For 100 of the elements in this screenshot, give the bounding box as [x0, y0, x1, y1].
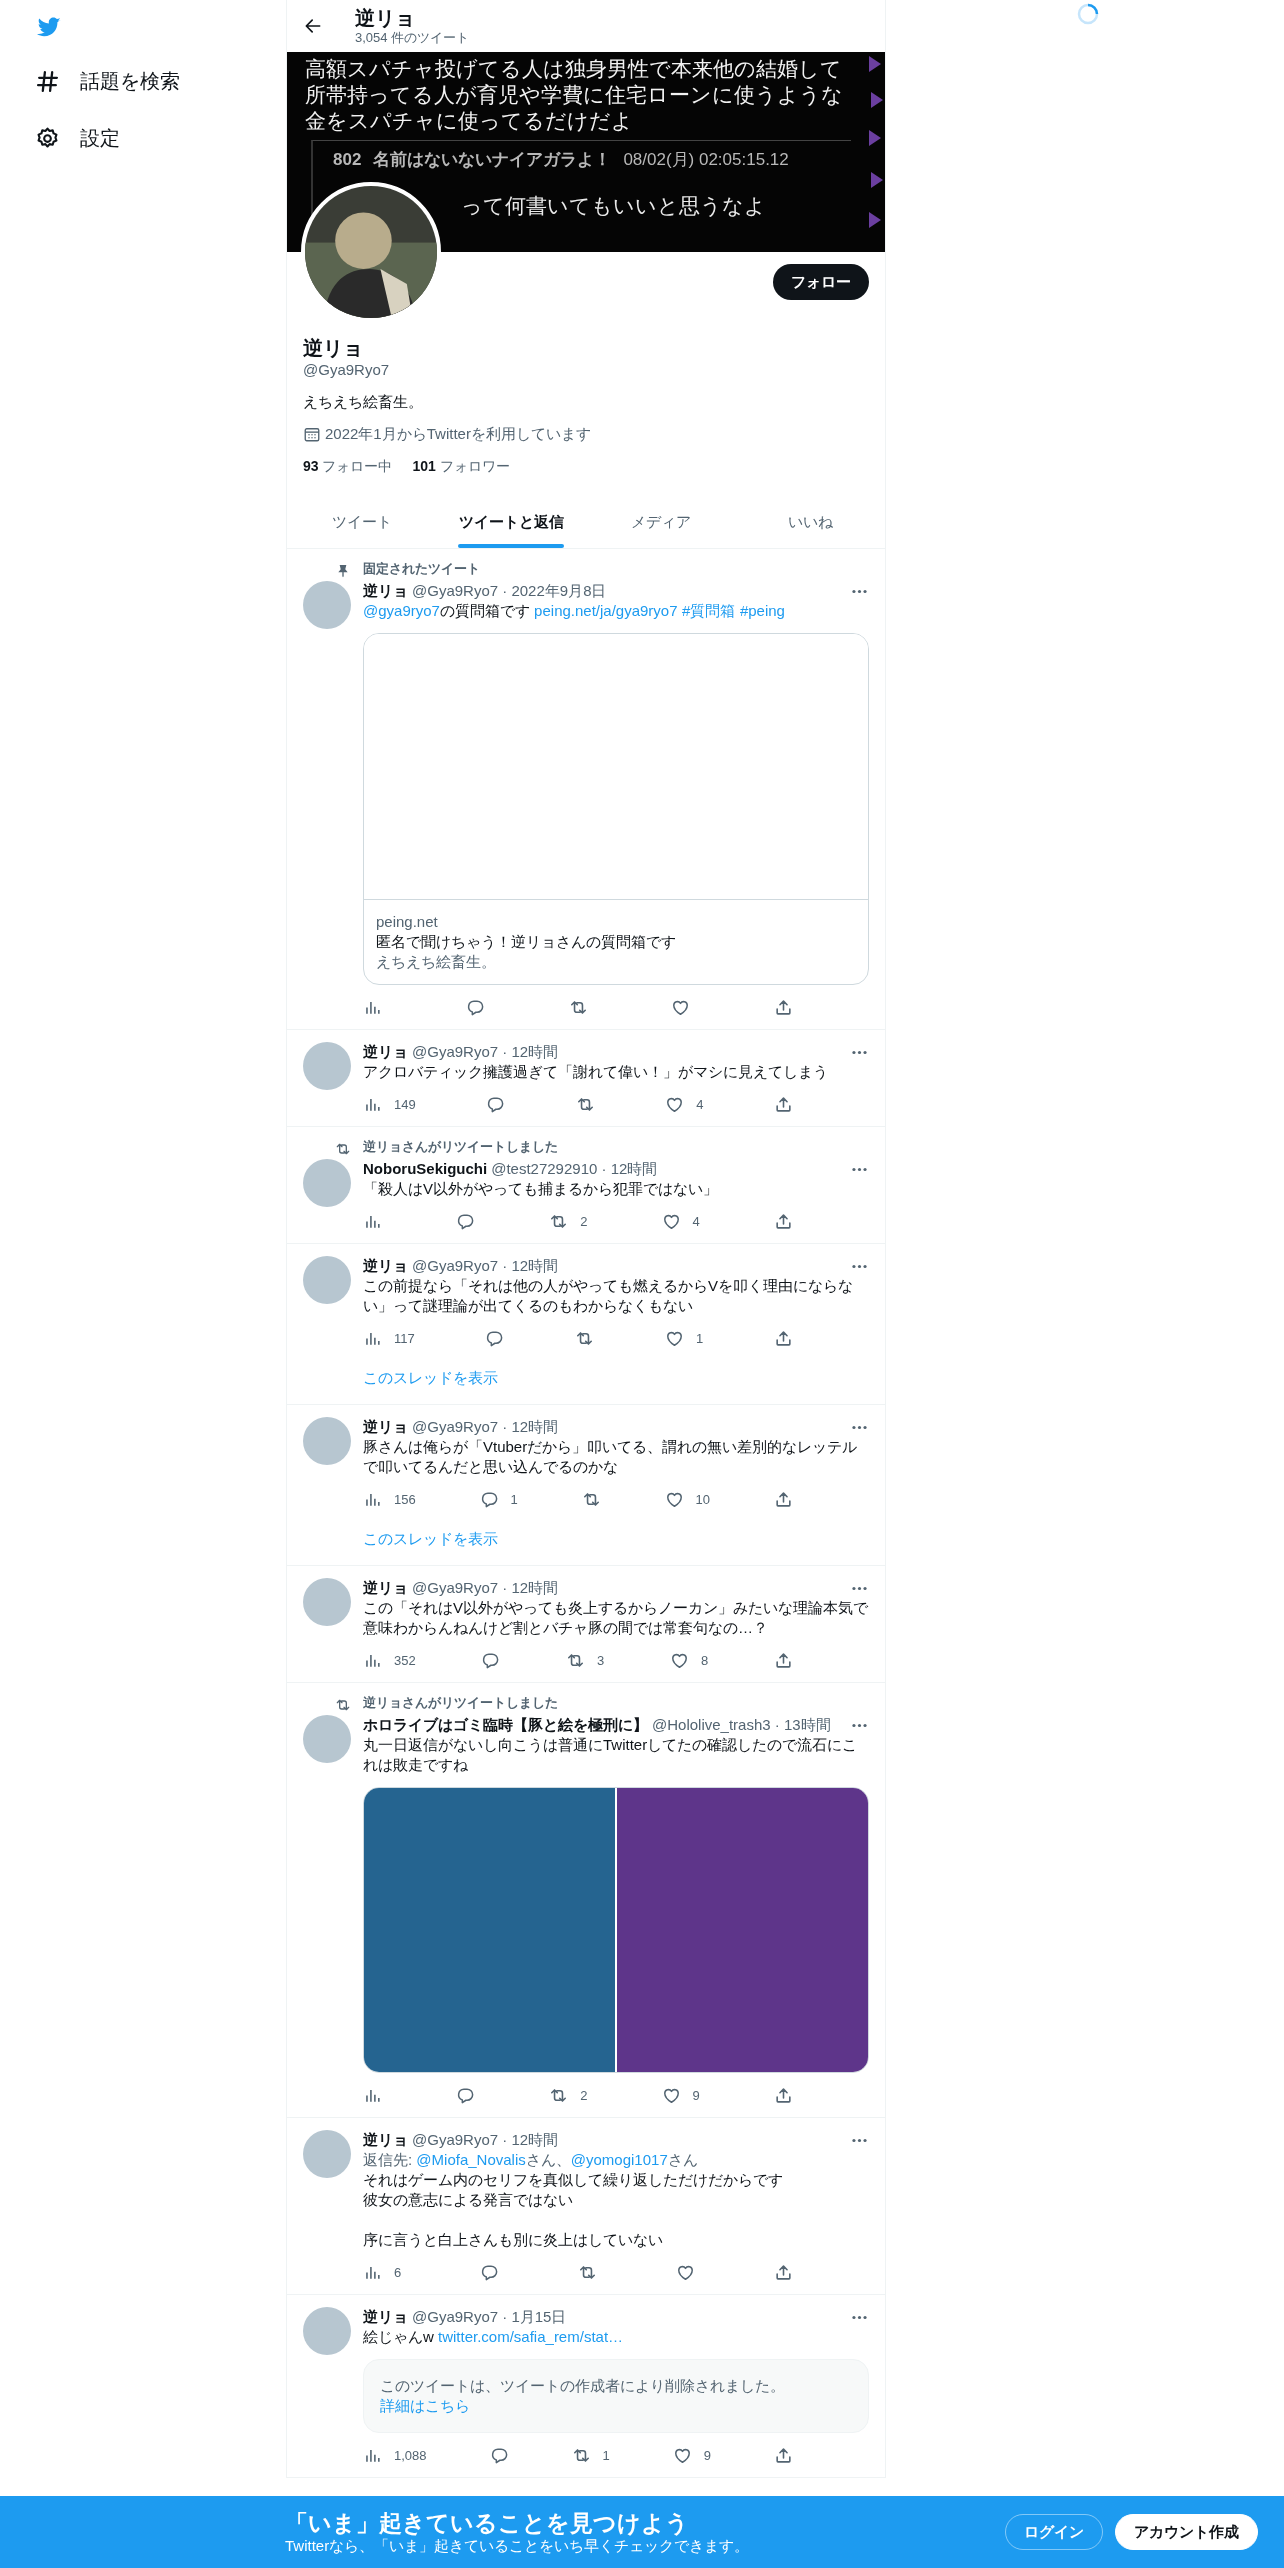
- author-meta: @Gya9Ryo7 · 12時間: [412, 1256, 560, 1276]
- share-icon[interactable]: [773, 2085, 793, 2105]
- tweet-text: 丸一日返信がないし向こうは普通にTwitterしてたの確認したので流石にこれは敗走ですね: [363, 1735, 859, 1775]
- like-count: 10: [695, 1491, 711, 1507]
- reply-icon[interactable]: [465, 997, 485, 1017]
- reply-icon[interactable]: [486, 1094, 506, 1114]
- tweet-text: @gya9ryo7の質問箱です peing.net/ja/gya9ryo7 #質問箱 #peing: [363, 601, 786, 621]
- profile-bio: えちえち絵畜生。: [303, 392, 424, 412]
- reply-icon[interactable]: [480, 2262, 500, 2282]
- retweet-count: 2: [580, 2087, 588, 2103]
- link-card[interactable]: peing.net 匿名で聞けちゃう！逆リョさんの質問箱です えちえち絵畜生。: [363, 633, 869, 985]
- like-count: 4: [696, 1096, 704, 1112]
- like-count: 9: [692, 2087, 700, 2103]
- back-arrow-icon[interactable]: [303, 16, 323, 36]
- reply-count: 1: [510, 1491, 518, 1507]
- reply-icon[interactable]: [489, 2445, 509, 2465]
- tweet-context: 固定されたツイート: [363, 561, 481, 577]
- share-icon[interactable]: [774, 2262, 793, 2282]
- profile-handle: @Gya9Ryo7: [303, 360, 391, 380]
- nav-item[interactable]: 話題を検索: [35, 53, 286, 110]
- tab[interactable]: メディア: [586, 496, 736, 548]
- tweet-text-line: 彼女の意志による発言ではない: [363, 2190, 574, 2210]
- post-timestamp: 08/02(月) 02:05:15.12: [623, 149, 789, 171]
- reply-icon[interactable]: [479, 1489, 499, 1509]
- deleted-tweet-notice: このツイートは、ツイートの作成者により削除されました。 詳細はこちら: [363, 2359, 869, 2433]
- author-meta: @Gya9Ryo7 · 12時間: [412, 1042, 560, 1062]
- tweet-context: 逆リョさんがリツイートしました: [363, 1139, 559, 1155]
- share-icon[interactable]: [773, 2445, 793, 2465]
- tab[interactable]: ツイート: [287, 496, 437, 548]
- share-icon[interactable]: [773, 1489, 793, 1509]
- signup-subtitle: Twitterなら、「いま」起きていることをいち早くチェックできます。: [285, 2537, 751, 2555]
- author-name[interactable]: ホロライブはゴミ臨時【豚と絵を極刑に】: [363, 1715, 648, 1735]
- retweet-count: 3: [597, 1652, 605, 1668]
- calendar-icon: [303, 425, 321, 443]
- follow-stat[interactable]: 93 フォロー中: [303, 456, 393, 476]
- card-description: えちえち絵畜生。: [376, 952, 497, 972]
- tweet-text: 「殺人はV以外がやっても捕まるから犯罪ではない」: [363, 1179, 719, 1199]
- retweet-count: 1: [602, 2447, 610, 2463]
- tweet-text-line: それはゲーム内のセリフを真似して繰り返しただけだからです: [363, 2170, 784, 2190]
- author-meta: @Hololive_trash3 · 13時間: [652, 1715, 832, 1735]
- like-count: 1: [696, 1330, 704, 1346]
- tweet-text: アクロバティック擁護過ぎて「謝れて偉い！」がマシに見えてしまう: [363, 1062, 829, 1082]
- tweet-text: この「それはV以外がやっても炎上するからノーカン」みたいな理論本気で意味わからんねんけど割とバチャ豚の間では常套句なの…？: [363, 1598, 869, 1638]
- views-count: 117: [394, 1330, 415, 1346]
- author-meta: @Gya9Ryo7 · 2022年9月8日: [412, 581, 608, 601]
- card-domain: peing.net: [376, 912, 439, 932]
- page-title: 逆リョ: [355, 6, 416, 30]
- retweet-icon: [335, 1697, 351, 1713]
- reply-to-line: 返信先: @Miofa_Novalisさん、@yomogi1017さん: [363, 2150, 699, 2170]
- retweet-count: 2: [580, 1213, 588, 1229]
- share-icon[interactable]: [774, 1650, 793, 1670]
- tweet-text-line: 序に言うと白上さんも別に炎上はしていない: [363, 2230, 664, 2250]
- nav-item[interactable]: 設定: [35, 110, 286, 167]
- author-name[interactable]: 逆リョ: [363, 2130, 408, 2150]
- tweet-context: 逆リョさんがリツイートしました: [363, 1695, 559, 1711]
- signup-button[interactable]: アカウント作成: [1115, 2514, 1258, 2550]
- reply-icon[interactable]: [456, 2085, 476, 2105]
- card-title: 匿名で聞けちゃう！逆リョさんの質問箱です: [376, 932, 677, 952]
- author-meta: @Gya9Ryo7 · 12時間: [412, 2130, 560, 2150]
- follow-button[interactable]: フォロー: [773, 264, 869, 300]
- views-count: 1,088: [394, 2447, 427, 2463]
- reply-icon[interactable]: [485, 1328, 505, 1348]
- like-count: 9: [703, 2447, 711, 2463]
- author-meta: @Gya9Ryo7 · 12時間: [412, 1417, 560, 1437]
- share-icon[interactable]: [773, 1328, 793, 1348]
- share-icon[interactable]: [774, 1094, 793, 1114]
- bird-logo-icon[interactable]: [35, 15, 63, 39]
- poster-name: 名前はないないナイアガラよ！: [373, 149, 612, 171]
- author-meta: @Gya9Ryo7 · 12時間: [412, 1578, 560, 1598]
- author-name[interactable]: 逆リョ: [363, 1256, 408, 1276]
- join-date: 2022年1月からTwitterを利用しています: [325, 424, 591, 444]
- author-name[interactable]: NoboruSekiguchi: [363, 1159, 488, 1179]
- tab[interactable]: ツイートと返信: [436, 496, 586, 548]
- author-meta: @Gya9Ryo7 · 1月15日: [412, 2307, 568, 2327]
- author-name[interactable]: 逆リョ: [363, 2307, 408, 2327]
- banner-text: 高額スパチャ投げてる人は独身男性で本来他の結婚して所帯持ってる人が育児や学費に住宅ローンに使うような金をスパチャに使ってるだけだよ: [305, 56, 844, 134]
- hashtag-icon: [35, 69, 60, 94]
- tweet-text: 絵じゃんw twitter.com/safia_rem/stat…: [363, 2327, 625, 2347]
- tweet-text: 豚さんは俺らが「Vtuberだから」叩いてる、謂れの無い差別的なレッテルで叩いてるんだと思い込んでるのかな: [363, 1437, 859, 1477]
- reply-icon[interactable]: [481, 1650, 501, 1670]
- author-name[interactable]: 逆リョ: [363, 1578, 408, 1598]
- tweet-text: この前提なら「それは他の人がやっても燃えるからVを叩く理由にならない」って謎理論が出てくるのもわからなくもない: [363, 1276, 854, 1316]
- author-name[interactable]: 逆リョ: [363, 1417, 408, 1437]
- retweet-icon: [335, 1141, 351, 1157]
- reply-icon[interactable]: [456, 1211, 476, 1231]
- like-count: 4: [692, 1213, 700, 1229]
- views-count: 6: [394, 2264, 402, 2280]
- settings-icon: [35, 126, 60, 151]
- loading-spinner-icon: [1076, 2, 1100, 26]
- tab[interactable]: いいね: [735, 496, 885, 548]
- share-icon[interactable]: [774, 997, 793, 1017]
- profile-name: 逆リョ: [303, 336, 364, 360]
- author-name[interactable]: 逆リョ: [363, 581, 408, 601]
- signup-title: 「いま」起きていることを見つけよう: [285, 2509, 690, 2537]
- author-meta: @test27292910 · 12時間: [491, 1159, 659, 1179]
- views-count: 149: [394, 1096, 416, 1112]
- share-icon[interactable]: [773, 1211, 793, 1231]
- like-count: 8: [701, 1652, 709, 1668]
- follow-stat[interactable]: 101 フォロワー: [412, 456, 510, 476]
- author-name[interactable]: 逆リョ: [363, 1042, 408, 1062]
